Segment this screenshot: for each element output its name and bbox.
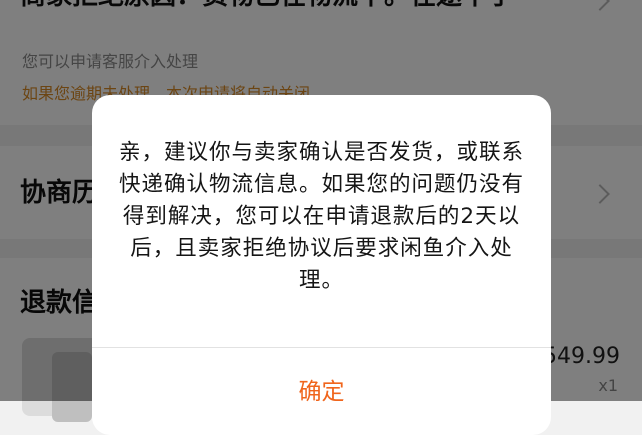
dialog-message: 亲，建议你与卖家确认是否发货，或联系快递确认物流信息。如果您的问题仍没有得到解决… <box>118 140 524 293</box>
info-dialog: 亲，建议你与卖家确认是否发货，或联系快递确认物流信息。如果您的问题仍没有得到解决… <box>92 95 551 435</box>
confirm-button[interactable]: 确定 <box>92 348 551 435</box>
